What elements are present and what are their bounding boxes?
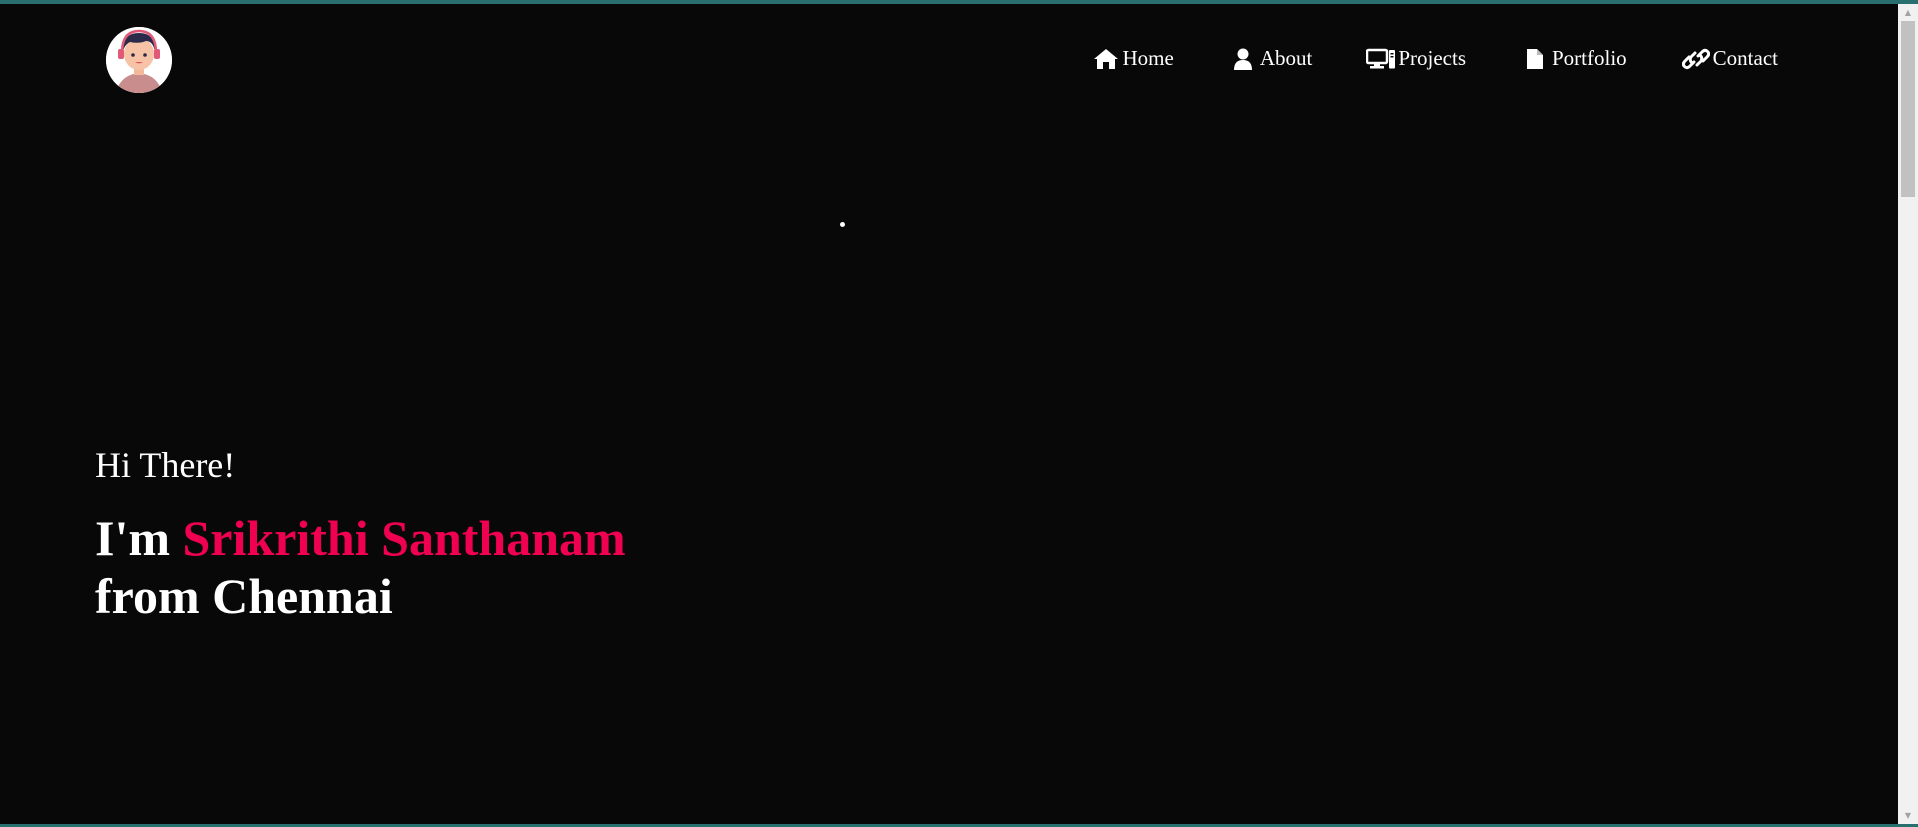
browser-frame: Home About Projects Portfolio Contact Hi… <box>0 0 1918 827</box>
nav-item-portfolio[interactable]: Portfolio <box>1520 46 1627 71</box>
link-icon <box>1681 47 1711 71</box>
hero-name: Srikrithi Santhanam <box>182 510 626 567</box>
file-icon <box>1520 47 1550 71</box>
main-nav: Home About Projects Portfolio Contact <box>1037 46 1778 71</box>
home-icon <box>1091 47 1121 71</box>
avatar-logo[interactable] <box>106 27 172 93</box>
scroll-up-arrow-icon[interactable]: ▲ <box>1898 4 1918 21</box>
scroll-thumb[interactable] <box>1901 21 1915 197</box>
hero-im-prefix: I'm <box>95 510 170 567</box>
nav-item-about[interactable]: About <box>1228 46 1313 71</box>
hero-headline: I'm Srikrithi Santhanam from Chennai <box>95 509 626 625</box>
nav-item-label: Projects <box>1398 46 1466 70</box>
decorative-dot <box>840 222 845 227</box>
nav-item-home[interactable]: Home <box>1091 46 1174 71</box>
nav-item-label: Home <box>1122 46 1174 70</box>
user-icon <box>1228 47 1258 71</box>
nav-item-projects[interactable]: Projects <box>1366 46 1466 71</box>
hero-location: from Chennai <box>95 568 393 625</box>
nav-item-label: Contact <box>1712 46 1778 70</box>
nav-item-contact[interactable]: Contact <box>1681 46 1778 71</box>
laptop-code-icon <box>1366 47 1396 71</box>
scroll-down-arrow-icon[interactable]: ▼ <box>1898 807 1918 824</box>
nav-item-label: About <box>1259 46 1313 70</box>
hero-section: Hi There! I'm Srikrithi Santhanam from C… <box>95 444 626 625</box>
avatar-illustration-icon <box>106 27 172 93</box>
vertical-scrollbar[interactable]: ▲ ▼ <box>1898 4 1918 824</box>
page-viewport: Home About Projects Portfolio Contact Hi… <box>0 4 1898 824</box>
nav-item-label: Portfolio <box>1552 46 1627 70</box>
hero-greeting: Hi There! <box>95 445 236 485</box>
